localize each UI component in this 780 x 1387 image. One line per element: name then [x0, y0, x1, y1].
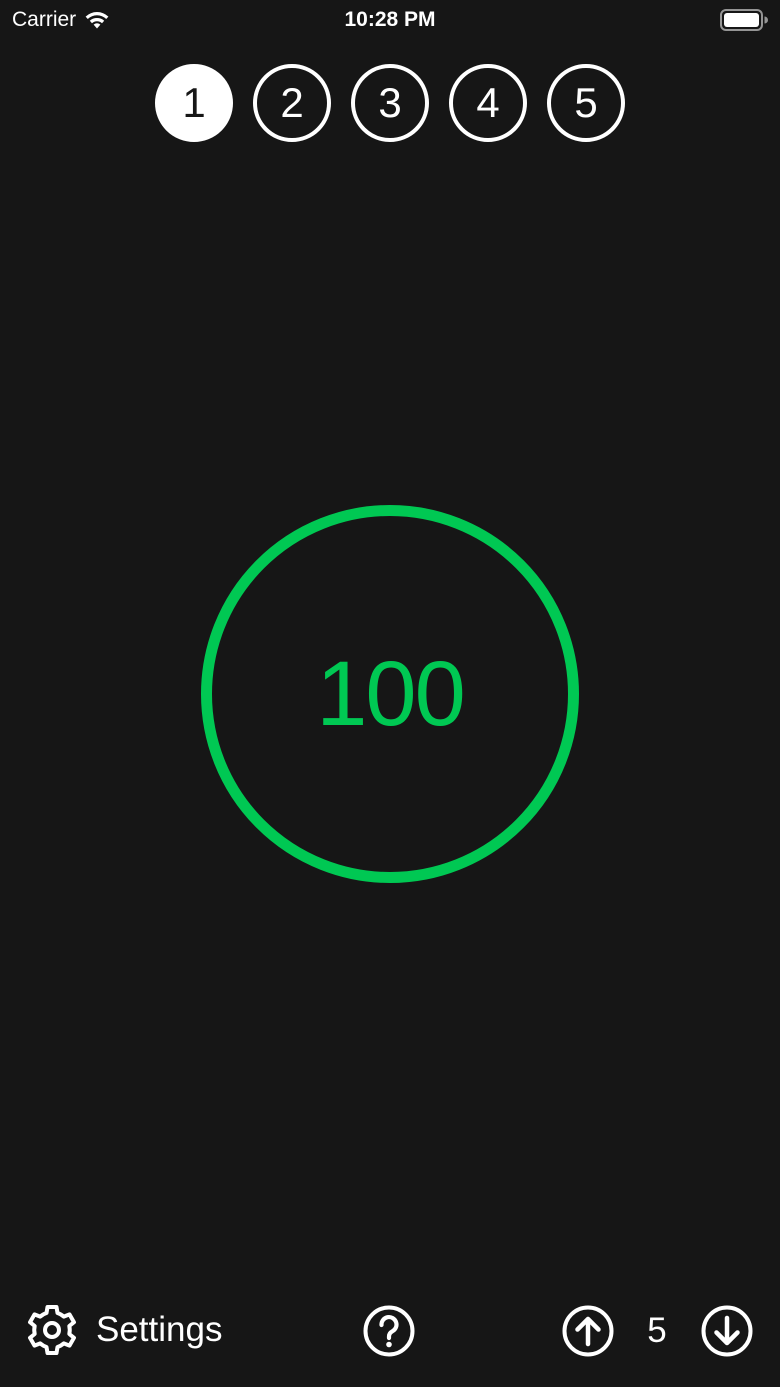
player-button-2[interactable]: 2	[253, 64, 331, 142]
help-icon[interactable]	[362, 1304, 416, 1358]
player-button-4[interactable]: 4	[449, 64, 527, 142]
arrow-up-circle-icon[interactable]	[561, 1304, 615, 1358]
player-selector: 1 2 3 4 5	[0, 64, 780, 142]
player-button-3[interactable]: 3	[351, 64, 429, 142]
player-button-1[interactable]: 1	[155, 64, 233, 142]
status-bar: Carrier 10:28 PM	[0, 0, 780, 40]
score-value: 100	[316, 643, 465, 745]
step-value: 5	[647, 1311, 667, 1350]
player-button-5[interactable]: 5	[547, 64, 625, 142]
gear-icon	[28, 1305, 76, 1355]
score-ring[interactable]: 100	[201, 505, 579, 883]
status-time: 10:28 PM	[344, 8, 436, 31]
settings-button[interactable]: Settings	[26, 1303, 222, 1357]
arrow-down-circle-icon[interactable]	[700, 1304, 754, 1358]
settings-label: Settings	[96, 1310, 223, 1349]
battery-icon	[720, 9, 768, 31]
